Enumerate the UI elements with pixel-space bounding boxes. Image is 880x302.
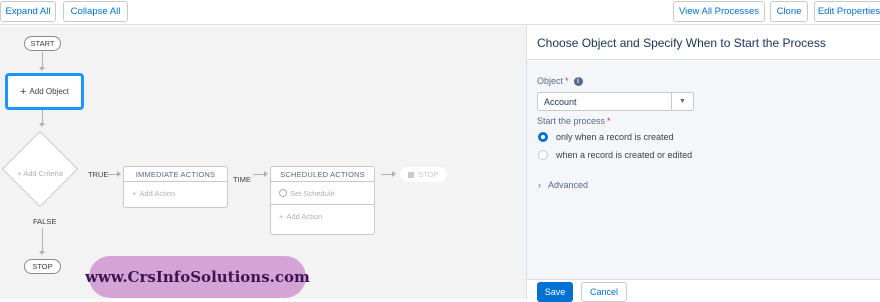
false-label: FALSE: [33, 217, 57, 226]
properties-panel: Choose Object and Specify When to Start …: [526, 26, 880, 302]
stop-node: STOP: [24, 259, 61, 274]
toolbar: Expand All Collapse All View All Process…: [0, 0, 880, 25]
immediate-actions-header: IMMEDIATE ACTIONS: [124, 167, 227, 182]
edit-properties-button[interactable]: Edit Properties: [814, 1, 880, 22]
arrow: [39, 251, 45, 255]
radio-button[interactable]: [538, 132, 548, 142]
add-criteria-label[interactable]: + Add Criteria: [5, 169, 75, 178]
add-action-button[interactable]: + Add Action: [124, 182, 227, 205]
arrow: [39, 123, 45, 127]
expand-all-button[interactable]: Expand All: [0, 1, 56, 22]
collapse-all-button[interactable]: Collapse All: [63, 1, 128, 22]
save-button[interactable]: Save: [537, 282, 573, 302]
start-process-label: Start the process *: [537, 116, 611, 126]
stop-square-icon: [408, 171, 415, 178]
advanced-toggle[interactable]: › Advanced: [538, 180, 588, 190]
radio-button[interactable]: [538, 150, 548, 160]
chevron-right-icon: ›: [538, 180, 541, 190]
scheduled-stop-node: STOP: [400, 167, 447, 182]
add-action-button[interactable]: + Add Action: [271, 205, 374, 228]
scheduled-actions-header: SCHEDULED ACTIONS: [271, 167, 374, 182]
plus-icon: +: [279, 212, 284, 221]
clock-icon: [279, 189, 287, 197]
radio-option-created[interactable]: only when a record is created: [538, 132, 674, 142]
cancel-button[interactable]: Cancel: [581, 282, 627, 302]
time-label: TIME: [233, 175, 251, 184]
panel-title: Choose Object and Specify When to Start …: [527, 26, 880, 60]
scheduled-actions-box: SCHEDULED ACTIONS Set Schedule + Add Act…: [270, 166, 375, 235]
start-node: START: [24, 36, 61, 51]
info-icon[interactable]: i: [573, 76, 583, 86]
view-all-processes-button[interactable]: View All Processes: [673, 1, 765, 22]
required-marker: *: [565, 76, 569, 86]
plus-icon: +: [19, 85, 27, 98]
connector: [42, 110, 43, 124]
watermark: www.CrsInfoSolutions.com: [85, 256, 310, 298]
object-field-label: Object * i: [537, 76, 583, 86]
radio-option-created-or-edited[interactable]: when a record is created or edited: [538, 150, 692, 160]
arrow: [264, 171, 268, 177]
object-select[interactable]: Account ▼: [537, 92, 694, 111]
clone-button[interactable]: Clone: [770, 1, 808, 22]
set-schedule-button[interactable]: Set Schedule: [271, 182, 374, 205]
connector: [42, 228, 43, 252]
chevron-down-icon[interactable]: ▼: [671, 93, 693, 110]
add-object-label: Add Object: [29, 87, 69, 96]
arrow: [392, 171, 396, 177]
add-object-node[interactable]: + Add Object: [5, 73, 84, 110]
immediate-actions-box: IMMEDIATE ACTIONS + Add Action: [123, 166, 228, 208]
required-marker: *: [607, 116, 611, 126]
connector: [42, 52, 43, 68]
arrow: [39, 67, 45, 71]
plus-icon: +: [132, 189, 137, 198]
panel-footer: [527, 279, 880, 299]
arrow: [117, 171, 121, 177]
